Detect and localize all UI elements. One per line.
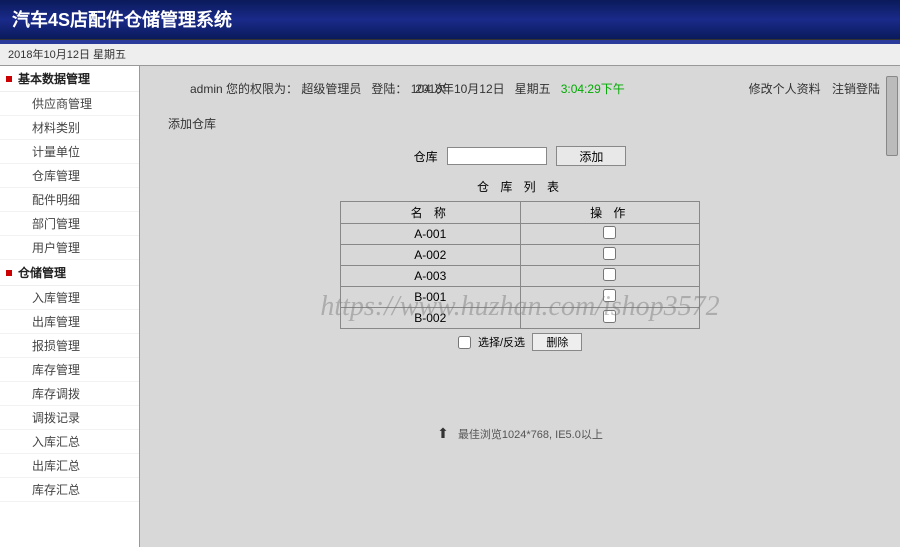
date-text: 2018年10月12日 星期五 (8, 49, 126, 61)
cell-name: B-002 (341, 308, 521, 329)
sidebar-item-outbound[interactable]: 出库管理 (0, 310, 139, 334)
delete-button[interactable]: 删除 (532, 333, 582, 351)
bullet-icon (6, 270, 12, 276)
sidebar-item-parts[interactable]: 配件明细 (0, 188, 139, 212)
header-links: 修改个人资料 注销登陆 (741, 80, 880, 97)
login-label: 登陆： (371, 82, 407, 96)
sidebar-item-transfer[interactable]: 库存调拨 (0, 382, 139, 406)
table-row: A-002 (341, 245, 700, 266)
table-row: B-001 (341, 287, 700, 308)
warehouse-table: 名 称 操 作 A-001 A-002 A-003 B-001 B-002 (340, 201, 700, 329)
sidebar-group-basic[interactable]: 基本数据管理 (0, 66, 139, 92)
sidebar: 基本数据管理 供应商管理 材料类别 计量单位 仓库管理 配件明细 部门管理 用户… (0, 66, 140, 547)
col-name: 名 称 (341, 202, 521, 224)
date-bar: 2018年10月12日 星期五 (0, 44, 900, 66)
sidebar-item-out-summary[interactable]: 出库汇总 (0, 454, 139, 478)
sidebar-item-dept[interactable]: 部门管理 (0, 212, 139, 236)
select-all-label: 选择/反选 (478, 337, 525, 349)
sidebar-item-material-cat[interactable]: 材料类别 (0, 116, 139, 140)
role-label: 您的权限为： (226, 82, 298, 96)
sidebar-item-user[interactable]: 用户管理 (0, 236, 139, 260)
sidebar-item-inbound[interactable]: 入库管理 (0, 286, 139, 310)
col-op: 操 作 (520, 202, 700, 224)
sidebar-item-stock-summary[interactable]: 库存汇总 (0, 478, 139, 502)
sidebar-group-label: 仓储管理 (18, 264, 66, 281)
info-date: 2018年10月12日 (415, 82, 504, 96)
sidebar-item-supplier[interactable]: 供应商管理 (0, 92, 139, 116)
cell-name: A-002 (341, 245, 521, 266)
sidebar-item-warehouse[interactable]: 仓库管理 (0, 164, 139, 188)
app-title: 汽车4S店配件仓储管理系统 (12, 10, 232, 30)
table-row: B-002 (341, 308, 700, 329)
row-checkbox[interactable] (603, 268, 616, 281)
bullet-icon (6, 76, 12, 82)
scrollbar[interactable] (886, 76, 898, 156)
table-row: A-003 (341, 266, 700, 287)
sidebar-item-loss[interactable]: 报损管理 (0, 334, 139, 358)
add-form: 仓库 添加 (140, 140, 900, 172)
add-button[interactable]: 添加 (556, 146, 626, 166)
info-time: 3:04:29下午 (561, 82, 625, 96)
footer-text: 最佳浏览1024*768, IE5.0以上 (458, 429, 603, 441)
info-bar: admin 您的权限为： 超级管理员 登陆： 104 次 2018年10月12日… (140, 66, 900, 107)
cell-name: B-001 (341, 287, 521, 308)
row-checkbox[interactable] (603, 247, 616, 260)
user-info: admin 您的权限为： 超级管理员 登陆： 104 次 (190, 80, 446, 97)
link-profile[interactable]: 修改个人资料 (749, 82, 821, 96)
sidebar-item-unit[interactable]: 计量单位 (0, 140, 139, 164)
sidebar-group-storage[interactable]: 仓储管理 (0, 260, 139, 286)
footer: ⬆ 最佳浏览1024*768, IE5.0以上 (140, 425, 900, 442)
app-header: 汽车4S店配件仓储管理系统 (0, 0, 900, 40)
row-checkbox[interactable] (603, 226, 616, 239)
warehouse-input[interactable] (447, 147, 547, 165)
sidebar-item-transfer-log[interactable]: 调拨记录 (0, 406, 139, 430)
cell-name: A-001 (341, 224, 521, 245)
link-logout[interactable]: 注销登陆 (832, 82, 880, 96)
bulk-ops: 选择/反选 删除 (140, 329, 900, 355)
row-checkbox[interactable] (603, 310, 616, 323)
username: admin (190, 82, 223, 96)
field-label: 仓库 (414, 150, 438, 164)
sidebar-group-label: 基本数据管理 (18, 70, 90, 87)
sidebar-item-stock[interactable]: 库存管理 (0, 358, 139, 382)
datetime: 2018年10月12日 星期五 3:04:29下午 (415, 80, 625, 97)
main-panel: admin 您的权限为： 超级管理员 登陆： 104 次 2018年10月12日… (140, 66, 900, 547)
select-all-checkbox[interactable] (458, 336, 471, 349)
sidebar-item-in-summary[interactable]: 入库汇总 (0, 430, 139, 454)
cell-name: A-003 (341, 266, 521, 287)
section-title: 添加仓库 (140, 107, 900, 140)
list-title: 仓 库 列 表 (140, 172, 900, 201)
table-row: A-001 (341, 224, 700, 245)
row-checkbox[interactable] (603, 289, 616, 302)
role: 超级管理员 (301, 82, 361, 96)
info-weekday: 星期五 (515, 82, 551, 96)
arrow-up-icon: ⬆ (437, 425, 449, 441)
